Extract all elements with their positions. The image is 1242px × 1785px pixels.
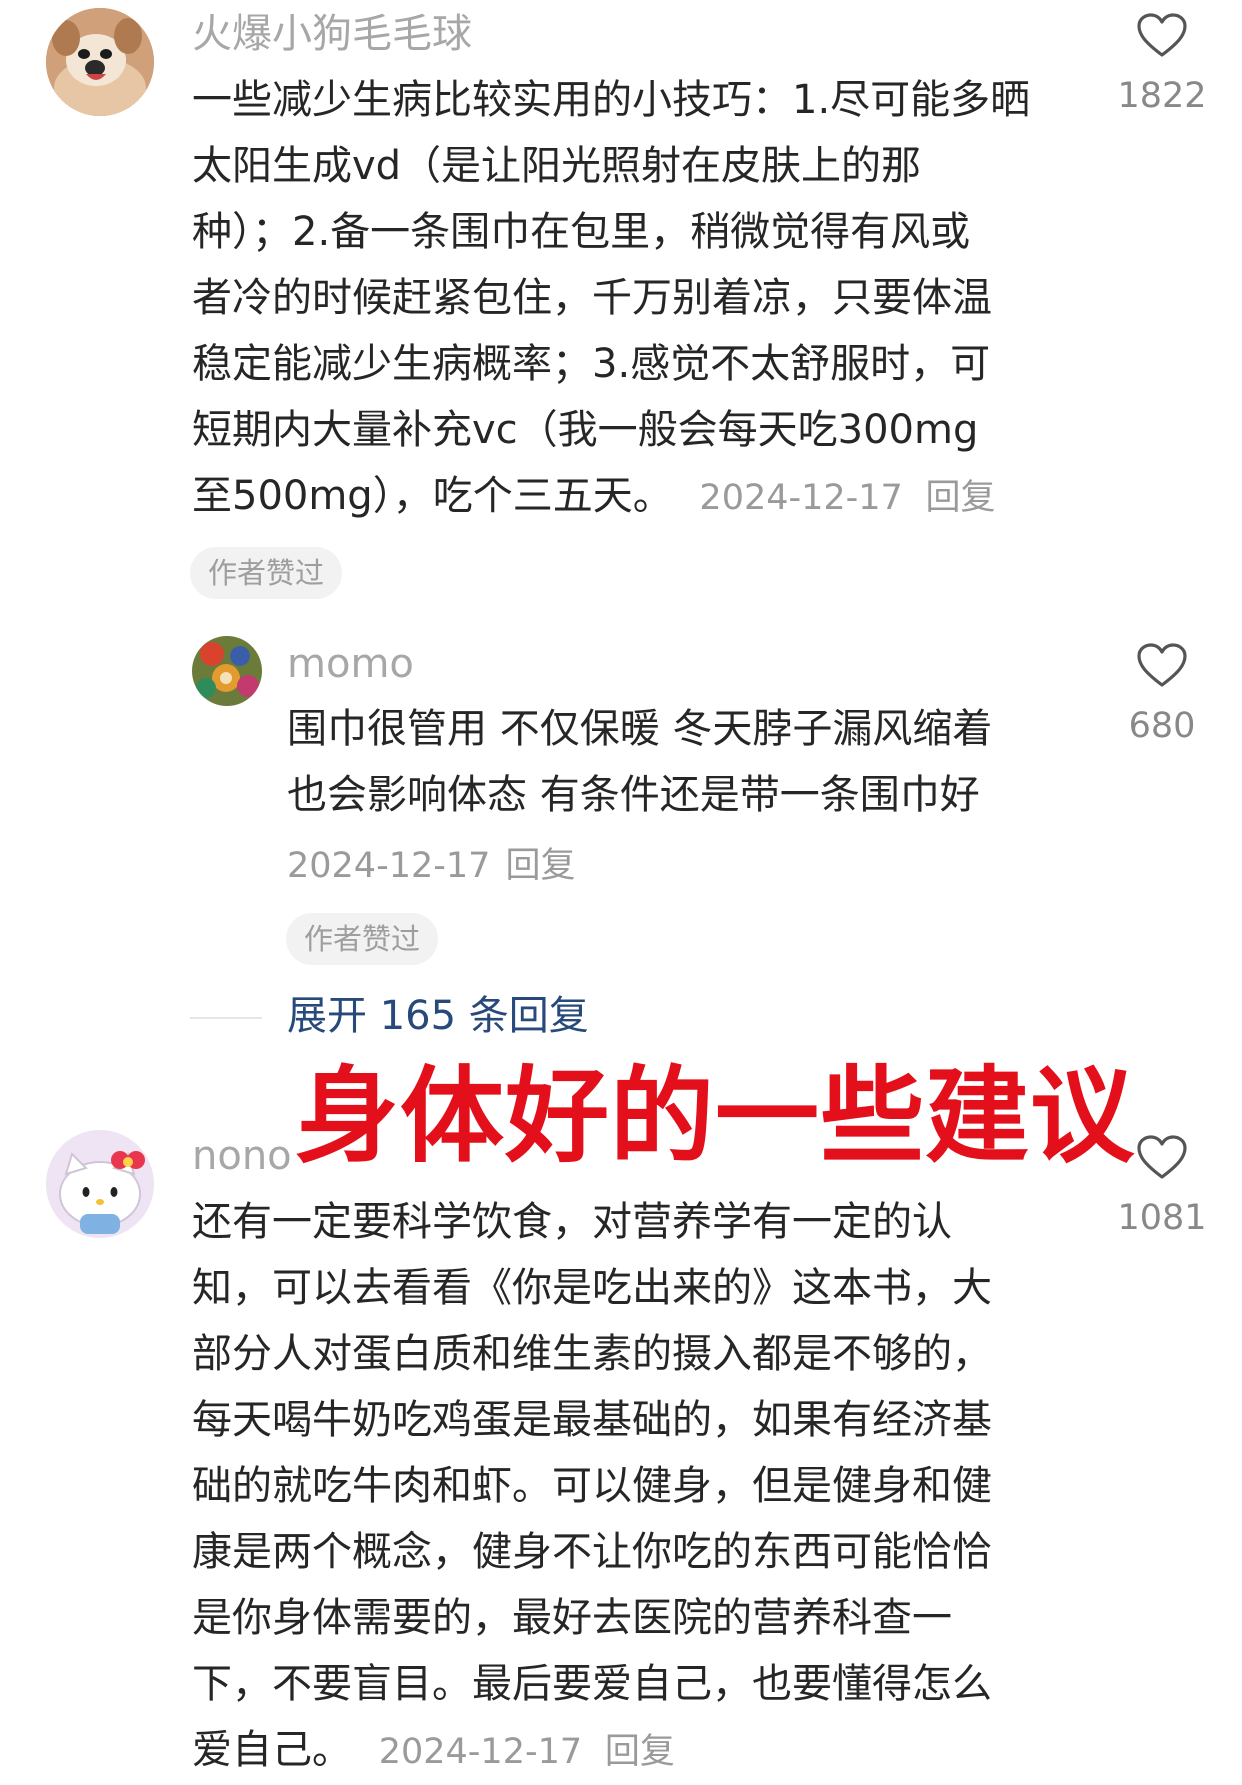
comment-line: 者冷的时候赶紧包住，千万别着凉，只要体温 — [192, 275, 992, 321]
dog-avatar-icon — [46, 8, 154, 116]
reply-username[interactable]: momo — [287, 640, 414, 688]
like-count: 1081 — [1117, 1198, 1207, 1238]
comment-line: 种）；2.备一条围巾在包里，稍微觉得有风或 — [192, 209, 971, 255]
comment-line: 部分人对蛋白质和维生素的摄入都是不够的， — [192, 1331, 992, 1377]
comment-body: 一些减少生病比较实用的小技巧：1.尽可能多晒 太阳生成vd（是让阳光照射在皮肤上… — [192, 67, 1030, 531]
comment-line: 康是两个概念，健身不让你吃的东西可能恰恰 — [192, 1529, 992, 1575]
comment-date: 2024-12-17 — [699, 478, 903, 518]
comment-line: 还有一定要科学饮食，对营养学有一定的认 — [192, 1199, 952, 1245]
comment-line: 每天喝牛奶吃鸡蛋是最基础的，如果有经济基 — [192, 1397, 992, 1443]
author-liked-badge: 作者赞过 — [190, 547, 343, 599]
comment-line: 础的就吃牛肉和虾。可以健身，但是健身和健 — [192, 1463, 992, 1509]
comment-body: 还有一定要科学饮食，对营养学有一定的认 知，可以去看看《你是吃出来的》这本书，大… — [192, 1189, 992, 1785]
comment-line: 围巾很管用 不仅保暖 冬天脖子漏风缩着 — [287, 706, 993, 752]
comment-username[interactable]: nono — [192, 1132, 292, 1180]
expand-divider — [190, 1017, 262, 1019]
comment-line: 知，可以去看看《你是吃出来的》这本书，大 — [192, 1265, 992, 1311]
heart-icon — [1137, 13, 1187, 57]
avatar-dog[interactable] — [46, 8, 154, 116]
comment-line: 短期内大量补充vc（我一般会每天吃300mg — [192, 407, 979, 453]
hello-kitty-avatar-icon — [46, 1130, 154, 1238]
comment-line: 至500mg），吃个三五天。 2024-12-17 回复 — [192, 463, 1030, 531]
comment-date: 2024-12-17 — [287, 846, 491, 886]
like-button[interactable]: 680 — [1092, 642, 1232, 746]
heart-icon — [1137, 643, 1187, 687]
comment-line: 是你身体需要的，最好去医院的营养科查一 — [192, 1595, 952, 1641]
heart-icon — [1137, 1135, 1187, 1179]
comment-line: 爱自己。 2024-12-17 回复 — [192, 1717, 992, 1785]
like-count: 1822 — [1117, 76, 1207, 116]
like-count: 680 — [1128, 706, 1196, 746]
comment-line-text: 至500mg），吃个三五天。 — [192, 473, 673, 519]
comment-line: 下，不要盲目。最后要爱自己，也要懂得怎么 — [192, 1661, 992, 1707]
reply-meta: 2024-12-17 回复 — [287, 842, 576, 896]
overlay-title: 身体好的一些建议 — [295, 1054, 1136, 1177]
patterned-avatar-icon — [192, 636, 262, 706]
author-liked-badge: 作者赞过 — [286, 913, 439, 965]
reply-button[interactable]: 回复 — [926, 478, 996, 518]
like-button[interactable]: 1822 — [1092, 12, 1232, 116]
comment-line: 一些减少生病比较实用的小技巧：1.尽可能多晒 — [192, 77, 1031, 123]
reply-button[interactable]: 回复 — [605, 1732, 675, 1772]
comment-line: 稳定能减少生病概率；3.感觉不太舒服时，可 — [192, 341, 991, 387]
comment-line: 太阳生成vd（是让阳光照射在皮肤上的那 — [192, 143, 922, 189]
reply-body: 围巾很管用 不仅保暖 冬天脖子漏风缩着 也会影响体态 有条件还是带一条围巾好 — [287, 696, 992, 828]
comment-date: 2024-12-17 — [378, 1732, 583, 1772]
avatar-momo[interactable] — [192, 636, 262, 706]
comment-line-text: 爱自己。 — [192, 1727, 352, 1773]
avatar-nono[interactable] — [46, 1130, 154, 1238]
comment-username[interactable]: 火爆小狗毛毛球 — [192, 10, 472, 58]
reply-button[interactable]: 回复 — [506, 846, 576, 886]
comment-line: 也会影响体态 有条件还是带一条围巾好 — [287, 772, 980, 818]
expand-replies-link[interactable]: 展开 165 条回复 — [287, 992, 589, 1040]
